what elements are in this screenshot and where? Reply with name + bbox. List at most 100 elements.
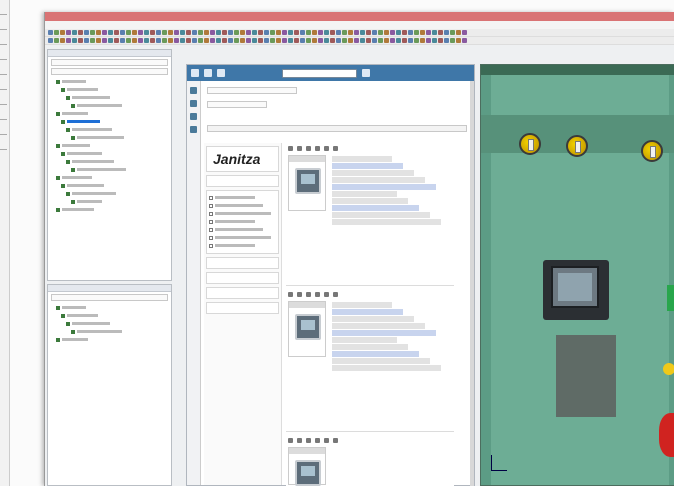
toolbar-icon[interactable] xyxy=(156,30,161,35)
toolbar-icon[interactable] xyxy=(174,38,179,43)
toolbar-icon[interactable] xyxy=(330,30,335,35)
toolbar-icon[interactable] xyxy=(366,38,371,43)
toolbar-icon[interactable] xyxy=(108,38,113,43)
toolbar-icon[interactable] xyxy=(390,30,395,35)
catalog-search-input[interactable] xyxy=(282,68,357,78)
toolbar-icon[interactable] xyxy=(264,38,269,43)
tree-node[interactable] xyxy=(52,304,167,312)
tree-node[interactable] xyxy=(52,166,167,174)
tree-node[interactable] xyxy=(52,190,167,198)
toolbar-icon[interactable] xyxy=(102,38,107,43)
filter-checkbox[interactable] xyxy=(209,243,276,249)
toolbar-icon[interactable] xyxy=(234,30,239,35)
toolbar-icon[interactable] xyxy=(60,38,65,43)
toolbar-icon[interactable] xyxy=(408,38,413,43)
toolbar-icon[interactable] xyxy=(450,30,455,35)
toolbar-icon[interactable] xyxy=(186,38,191,43)
toolbar-icon[interactable] xyxy=(462,38,467,43)
toolbar-icon[interactable] xyxy=(444,30,449,35)
toolbar-icon[interactable] xyxy=(318,30,323,35)
project-tree[interactable] xyxy=(52,78,167,214)
toolbar-icon[interactable] xyxy=(96,30,101,35)
toolbar-icon[interactable] xyxy=(336,30,341,35)
toolbar-icon[interactable] xyxy=(180,30,185,35)
filter-checkbox[interactable] xyxy=(209,211,276,217)
toolbar-icon[interactable] xyxy=(246,38,251,43)
tree-node[interactable] xyxy=(52,78,167,86)
toolbar-icon[interactable] xyxy=(342,30,347,35)
tree-node[interactable] xyxy=(52,174,167,182)
toolbar-icon[interactable] xyxy=(282,30,287,35)
toolbar-icon[interactable] xyxy=(96,38,101,43)
toolbar-icon[interactable] xyxy=(372,30,377,35)
filter-checkbox[interactable] xyxy=(209,195,276,201)
toolbar-icon[interactable] xyxy=(438,38,443,43)
result-item[interactable] xyxy=(286,435,454,486)
toolbar-icon[interactable] xyxy=(66,30,71,35)
toolbar-icon[interactable] xyxy=(102,30,107,35)
preview-filter-field[interactable] xyxy=(51,294,168,301)
toolbar-icon[interactable] xyxy=(294,38,299,43)
toolbar-icon[interactable] xyxy=(240,38,245,43)
toolbar-icon[interactable] xyxy=(246,30,251,35)
toolbar-icon[interactable] xyxy=(420,38,425,43)
tree-node[interactable] xyxy=(52,328,167,336)
toolbar-icon[interactable] xyxy=(438,30,443,35)
filter-group[interactable] xyxy=(206,272,279,284)
toolbar-icon[interactable] xyxy=(54,38,59,43)
toolbar-icon[interactable] xyxy=(312,30,317,35)
tree-node[interactable] xyxy=(52,94,167,102)
tree-folder-icon[interactable] xyxy=(204,69,212,77)
view-selector[interactable] xyxy=(207,101,267,108)
toolbar-icon[interactable] xyxy=(432,30,437,35)
toolbar-icon[interactable] xyxy=(384,30,389,35)
filter-checkbox[interactable] xyxy=(209,219,276,225)
filter-group[interactable] xyxy=(206,302,279,314)
toolbar-icon[interactable] xyxy=(252,38,257,43)
search-icon[interactable] xyxy=(362,69,370,77)
result-item[interactable] xyxy=(286,289,454,432)
toolbar-icon[interactable] xyxy=(114,30,119,35)
toolbar-icon[interactable] xyxy=(348,30,353,35)
catalog-scrollbar[interactable] xyxy=(470,81,474,486)
toolbar-icon[interactable] xyxy=(192,38,197,43)
filter-icon[interactable] xyxy=(217,69,225,77)
toolbar-icon[interactable] xyxy=(378,30,383,35)
toolbar-icon[interactable] xyxy=(456,30,461,35)
toolbar-icon[interactable] xyxy=(414,30,419,35)
toolbar-icon[interactable] xyxy=(72,38,77,43)
toolbar-icon[interactable] xyxy=(318,38,323,43)
toolbar-icon[interactable] xyxy=(444,38,449,43)
toolbar-row-2[interactable] xyxy=(45,37,674,45)
toolbar-icon[interactable] xyxy=(252,30,257,35)
toolbar-icon[interactable] xyxy=(144,30,149,35)
list-header[interactable] xyxy=(207,87,297,94)
toolbar-icon[interactable] xyxy=(114,38,119,43)
toolbar-icon[interactable] xyxy=(216,30,221,35)
toolbar-icon[interactable] xyxy=(402,30,407,35)
toolbar-icon[interactable] xyxy=(408,30,413,35)
toolbar-icon[interactable] xyxy=(324,38,329,43)
tree-node[interactable] xyxy=(52,110,167,118)
toolbar-icon[interactable] xyxy=(126,38,131,43)
toolbar-icon[interactable] xyxy=(138,30,143,35)
location-tree[interactable] xyxy=(52,304,167,344)
toolbar-icon[interactable] xyxy=(306,30,311,35)
toolbar-icon[interactable] xyxy=(282,38,287,43)
toolbar-icon[interactable] xyxy=(330,38,335,43)
toolbar-icon[interactable] xyxy=(186,30,191,35)
toolbar-icon[interactable] xyxy=(372,38,377,43)
toolbar-icon[interactable] xyxy=(162,30,167,35)
toolbar-icon[interactable] xyxy=(306,38,311,43)
toolbar-icon[interactable] xyxy=(132,30,137,35)
toolbar-icon[interactable] xyxy=(276,38,281,43)
toolbar-icon[interactable] xyxy=(174,30,179,35)
side-icon[interactable] xyxy=(190,113,197,120)
toolbar-icon[interactable] xyxy=(150,30,155,35)
filter-group[interactable] xyxy=(206,257,279,269)
toolbar-icon[interactable] xyxy=(168,38,173,43)
toolbar-icon[interactable] xyxy=(48,38,53,43)
toolbar-icon[interactable] xyxy=(414,38,419,43)
toolbar-icon[interactable] xyxy=(204,38,209,43)
toolbar-icon[interactable] xyxy=(456,38,461,43)
